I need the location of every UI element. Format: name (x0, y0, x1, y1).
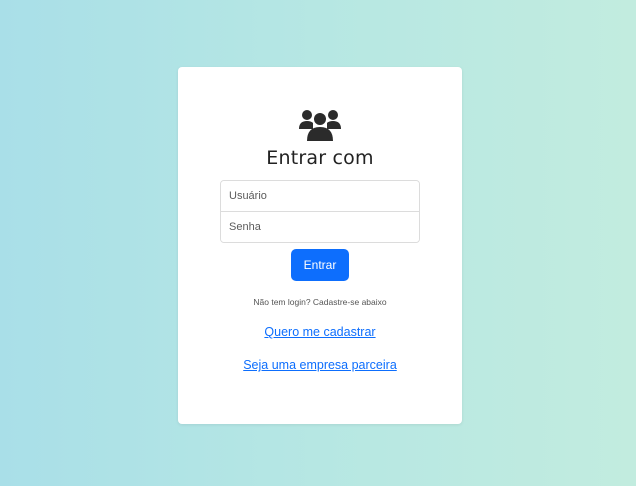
login-button[interactable]: Entrar (291, 249, 349, 281)
login-card: Entrar com Entrar Não tem login? Cadastr… (178, 67, 462, 424)
register-link[interactable]: Quero me cadastrar (178, 325, 462, 339)
username-input[interactable] (221, 181, 419, 211)
register-hint: Não tem login? Cadastre-se abaixo (253, 297, 387, 307)
login-title: Entrar com (266, 147, 374, 169)
password-input[interactable] (221, 212, 419, 242)
users-icon-wrapper (178, 107, 462, 143)
partner-link[interactable]: Seja uma empresa parceira (178, 358, 462, 372)
users-icon (299, 110, 341, 141)
login-fields (220, 180, 420, 243)
